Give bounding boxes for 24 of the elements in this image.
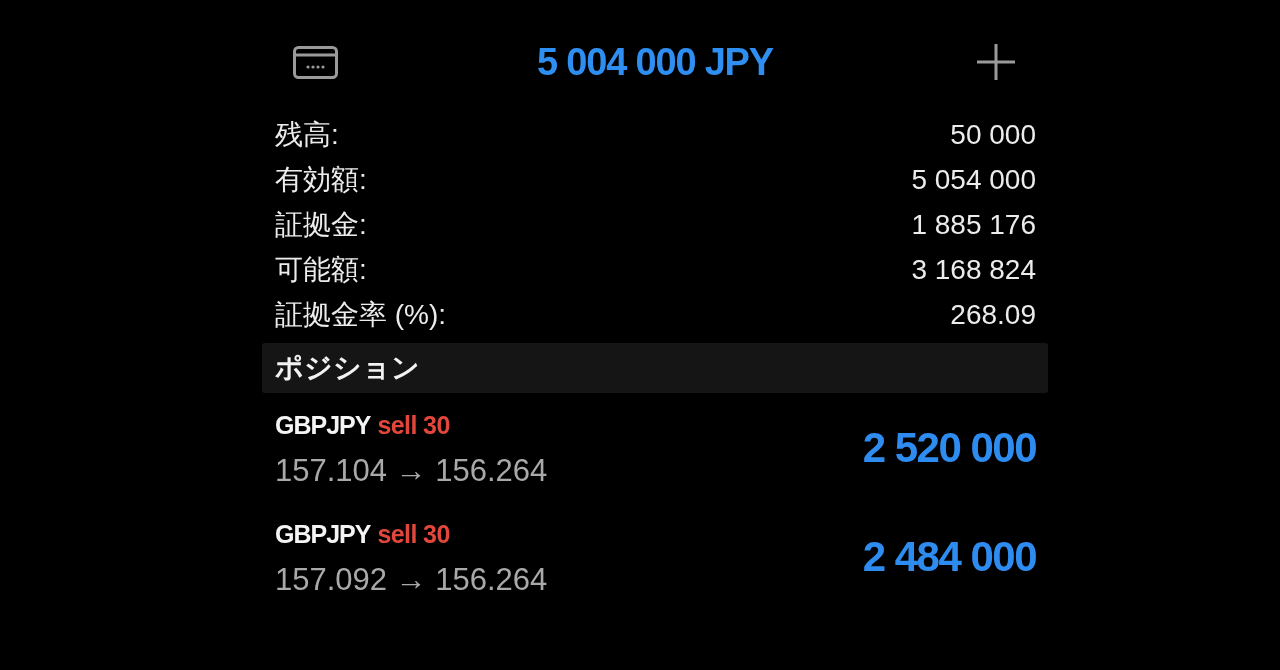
- summary-label: 可能額:: [275, 252, 367, 287]
- summary-value: 3 168 824: [911, 252, 1036, 287]
- balance-title: 5 004 000 JPY: [537, 40, 773, 84]
- summary-value: 268.09: [950, 297, 1036, 332]
- summary-label: 残高:: [275, 117, 339, 152]
- summary-value: 1 885 176: [911, 207, 1036, 242]
- section-title: ポジション: [275, 351, 420, 385]
- plus-icon: [977, 44, 1015, 80]
- summary-label: 証拠金率 (%):: [275, 297, 447, 332]
- position-order: sell 30: [377, 410, 450, 440]
- summary-label: 有効額:: [275, 162, 367, 197]
- position-profit: 2 520 000: [862, 424, 1036, 472]
- position-profit: 2 484 000: [862, 533, 1036, 581]
- position-symbol: GBPJPY: [275, 519, 371, 549]
- summary-value: 50 000: [950, 117, 1036, 152]
- summary-value: 5 054 000: [911, 162, 1036, 197]
- summary-label: 証拠金:: [275, 207, 367, 242]
- card-button[interactable]: [293, 45, 338, 79]
- position-prices: 157.092 → 156.264: [275, 561, 548, 599]
- position-order: sell 30: [377, 519, 450, 549]
- add-button[interactable]: [977, 44, 1015, 80]
- card-icon: [293, 45, 338, 79]
- position-symbol: GBPJPY: [275, 410, 371, 440]
- position-prices: 157.104 → 156.264: [275, 452, 548, 490]
